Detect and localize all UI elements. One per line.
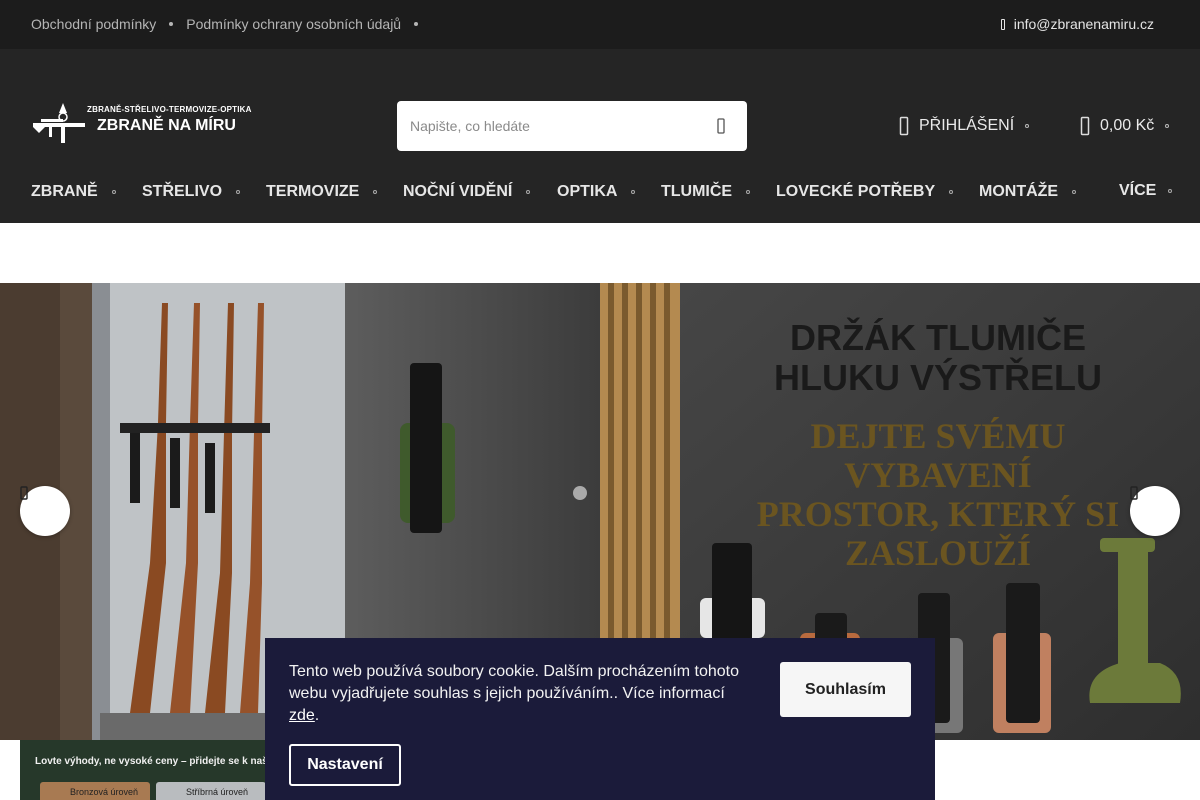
loyalty-promo-banner[interactable]: Lovte výhody, ne vysoké ceny – přidejte … xyxy=(20,740,270,800)
nav-item-hunting[interactable]: LOVECKÉ POTŘEBY xyxy=(776,183,954,201)
search-input[interactable] xyxy=(397,101,697,151)
nav-item-ammo[interactable]: STŘELIVO xyxy=(142,183,241,201)
user-icon xyxy=(899,116,909,136)
chevron-down-icon xyxy=(373,190,378,194)
hero-sub-2: VYBAVENÍ xyxy=(844,455,1031,495)
cart-total: 0,00 Kč xyxy=(1100,117,1155,134)
nav-label: OPTIKA xyxy=(557,183,618,200)
slider-prev-button[interactable] xyxy=(20,486,70,536)
bronze-level-badge: Bronzová úroveň xyxy=(40,782,150,800)
chevron-down-icon xyxy=(1165,124,1170,128)
nav-label: TLUMIČE xyxy=(661,183,733,200)
silver-level-badge: Stříbrná úroveň xyxy=(156,782,266,800)
cookie-text: Tento web používá soubory cookie. Dalším… xyxy=(289,663,740,724)
hero-sub-4: ZASLOUŽÍ xyxy=(845,533,1031,573)
link-separator xyxy=(169,22,174,26)
nav-item-thermal[interactable]: TERMOVIZE xyxy=(266,183,378,201)
email-text: info@zbranenamiru.cz xyxy=(1013,16,1154,32)
link-separator xyxy=(414,22,419,26)
cookie-more-info-link[interactable]: zde xyxy=(289,707,315,724)
chevron-down-icon xyxy=(631,190,636,194)
chevron-down-icon xyxy=(949,190,954,194)
terms-link[interactable]: Obchodní podmínky xyxy=(31,16,156,32)
cookie-message: Tento web používá soubory cookie. Dalším… xyxy=(289,663,740,702)
nav-label: ZBRANĚ xyxy=(31,183,98,200)
cart-icon xyxy=(1080,116,1090,136)
arrow-left-icon xyxy=(20,486,28,500)
chevron-down-icon xyxy=(1168,189,1173,193)
hero-sub-3: PROSTOR, KTERÝ SI xyxy=(757,494,1119,534)
nav-label: LOVECKÉ POTŘEBY xyxy=(776,183,936,200)
hero-headline-2: HLUKU VÝSTŘELU xyxy=(774,356,1102,398)
main-navigation: ZBRANĚ STŘELIVO TERMOVIZE NOČNÍ VIDĚNÍ O… xyxy=(0,182,1200,203)
chevron-down-icon xyxy=(1025,124,1030,128)
nav-item-weapons[interactable]: ZBRANĚ xyxy=(31,183,116,201)
chevron-down-icon xyxy=(236,190,241,194)
chevron-down-icon xyxy=(746,190,751,194)
login-button[interactable]: PŘIHLÁŠENÍ xyxy=(899,116,1030,136)
nav-item-optics[interactable]: OPTIKA xyxy=(557,183,636,201)
top-bar: Obchodní podmínky Podmínky ochrany osobn… xyxy=(0,0,1200,49)
chevron-down-icon xyxy=(111,190,116,194)
nav-label: NOČNÍ VIDĚNÍ xyxy=(403,183,513,200)
cookie-banner: Tento web používá soubory cookie. Dalším… xyxy=(265,638,935,800)
slider-next-button[interactable] xyxy=(1130,486,1180,536)
chevron-down-icon xyxy=(1072,190,1077,194)
site-logo[interactable]: ZBRANĚ-STŘELIVO-TERMOVIZE-OPTIKA ZBRANĚ … xyxy=(31,101,255,151)
top-links: Obchodní podmínky Podmínky ochrany osobn… xyxy=(31,16,431,32)
logo-name: ZBRANĚ NA MÍRU xyxy=(97,117,236,134)
nav-label: TERMOVIZE xyxy=(266,183,360,200)
nav-item-suppressors[interactable]: TLUMIČE xyxy=(661,183,751,201)
cart-button[interactable]: 0,00 Kč xyxy=(1080,116,1170,136)
nav-item-mounts[interactable]: MONTÁŽE xyxy=(979,183,1077,201)
nav-label: MONTÁŽE xyxy=(979,183,1059,200)
login-label: PŘIHLÁŠENÍ xyxy=(919,117,1015,134)
search-box xyxy=(397,101,747,151)
nav-label: STŘELIVO xyxy=(142,183,223,200)
nav-item-night-vision[interactable]: NOČNÍ VIDĚNÍ xyxy=(403,183,531,201)
arrow-right-icon xyxy=(1130,486,1138,500)
nav-item-more[interactable]: VÍCE xyxy=(1119,182,1173,200)
cookie-settings-button[interactable]: Nastavení xyxy=(289,744,401,786)
nav-label: VÍCE xyxy=(1119,182,1157,199)
privacy-link[interactable]: Podmínky ochrany osobních údajů xyxy=(186,16,401,32)
contact-email[interactable]: info@zbranenamiru.cz xyxy=(1000,16,1154,32)
cookie-accept-button[interactable]: Souhlasím xyxy=(780,662,911,717)
search-icon[interactable] xyxy=(713,118,729,134)
hero-sub-1: DEJTE SVÉMU xyxy=(810,416,1065,456)
hero-headline-1: DRŽÁK TLUMIČE xyxy=(790,316,1086,358)
logo-tagline: ZBRANĚ-STŘELIVO-TERMOVIZE-OPTIKA xyxy=(87,105,252,114)
chevron-down-icon xyxy=(526,190,531,194)
mail-icon xyxy=(1000,18,1005,30)
promo-headline: Lovte výhody, ne vysoké ceny – přidejte … xyxy=(35,756,268,767)
